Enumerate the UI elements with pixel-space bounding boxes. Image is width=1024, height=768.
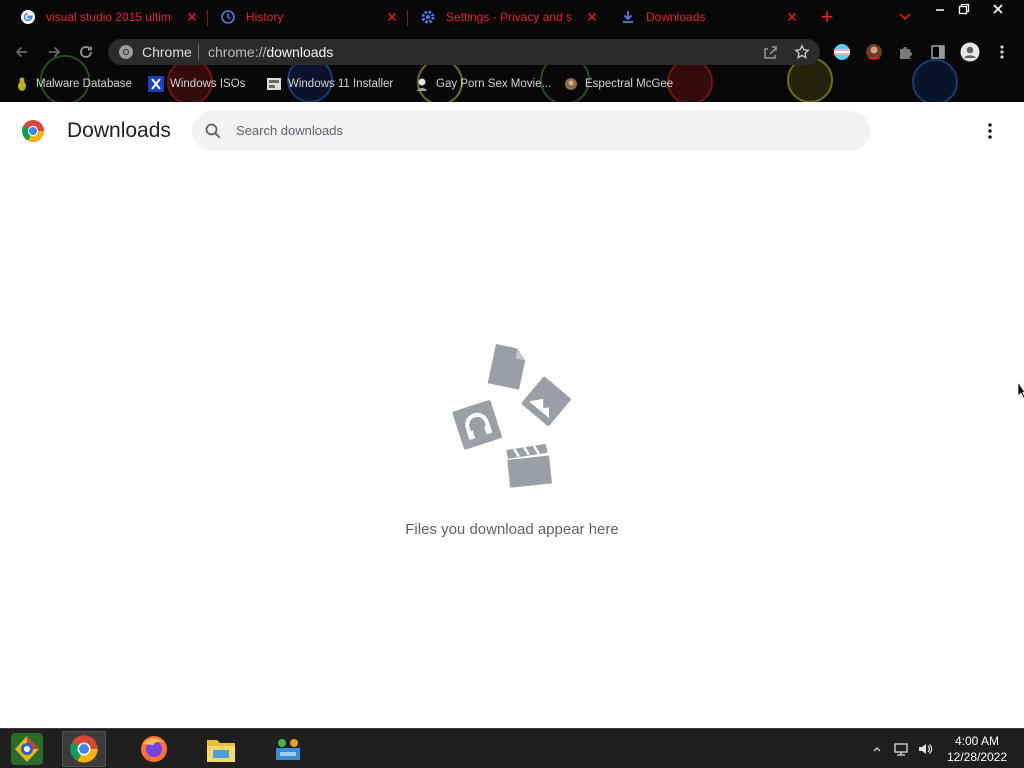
- bookmark-windows-11-installer[interactable]: Windows 11 Installer: [266, 75, 393, 93]
- tab-label: Downloads: [646, 10, 706, 24]
- gear-icon: [420, 9, 436, 25]
- chrome-logo-icon: [21, 119, 45, 143]
- search-placeholder: Search downloads: [236, 123, 343, 138]
- taskbar-network-app[interactable]: [266, 731, 310, 767]
- close-icon[interactable]: ✕: [184, 9, 200, 25]
- tab-label: History: [246, 10, 284, 24]
- site-icon: [563, 76, 579, 92]
- bug-icon: [14, 76, 30, 92]
- search-downloads-input[interactable]: Search downloads: [192, 111, 870, 151]
- window-close-button[interactable]: [984, 0, 1012, 18]
- clock-date: 12/28/2022: [946, 750, 1008, 764]
- volume-icon[interactable]: [917, 741, 933, 757]
- installer-icon: [266, 76, 282, 92]
- chrome-site-icon: [118, 44, 134, 60]
- bookmark-label: Gay Porn Sex Movie...: [436, 78, 552, 90]
- audio-icon: [452, 400, 502, 450]
- chrome-icon: [70, 735, 98, 763]
- tab-settings[interactable]: Settings - Privacy and security ✕: [410, 4, 606, 30]
- close-icon[interactable]: ✕: [384, 9, 400, 25]
- url-host: downloads: [266, 44, 334, 60]
- close-icon[interactable]: ✕: [584, 9, 600, 25]
- search-icon: [204, 122, 222, 140]
- reload-button[interactable]: [76, 42, 96, 62]
- document-icon: [487, 344, 526, 390]
- bookmark-malware-database[interactable]: Malware Database: [14, 75, 132, 93]
- forward-button[interactable]: [44, 42, 64, 62]
- bookmark-label: Windows ISOs: [170, 78, 246, 90]
- omnibox-divider: [198, 44, 199, 60]
- back-button[interactable]: [12, 42, 32, 62]
- taskbar-file-explorer[interactable]: [199, 731, 243, 767]
- system-clock[interactable]: 4:00 AM 12/28/2022: [934, 733, 1020, 765]
- bookmark-windows-isos[interactable]: Windows ISOs: [148, 75, 245, 93]
- bookmark-label: Windows 11 Installer: [288, 78, 394, 90]
- image-icon: [521, 376, 571, 426]
- network-people-icon: [276, 739, 300, 760]
- extension-flag-icon[interactable]: [832, 42, 852, 62]
- more-actions-button[interactable]: [980, 121, 1000, 141]
- extensions-puzzle-icon[interactable]: [896, 42, 916, 62]
- bookmark-star-icon[interactable]: [794, 44, 810, 60]
- empty-state-message: Files you download appear here: [405, 521, 619, 538]
- new-tab-button[interactable]: +: [816, 6, 838, 29]
- site-icon: [414, 76, 430, 92]
- bookmark-espectral-mcgee[interactable]: Espectral McGee: [563, 75, 673, 93]
- folder-icon: [207, 740, 235, 762]
- downloads-header: Downloads Search downloads: [0, 102, 1024, 160]
- taskbar-firefox[interactable]: [132, 731, 176, 767]
- taskbar-chrome[interactable]: [62, 731, 106, 767]
- history-icon: [220, 9, 236, 25]
- empty-downloads-illustration: [452, 344, 571, 488]
- download-icon: [620, 9, 636, 25]
- site-label: Chrome: [142, 44, 192, 60]
- tab-downloads[interactable]: Downloads ✕: [610, 4, 806, 30]
- network-status-icon[interactable]: [893, 741, 909, 757]
- tab-search-button[interactable]: [896, 9, 914, 25]
- taskbar: 4:00 AM 12/28/2022: [0, 728, 1024, 768]
- browser-chrome: visual studio 2015 ultimate ✕ History ✕ …: [0, 0, 1024, 102]
- tab-history[interactable]: History ✕: [210, 4, 406, 30]
- close-icon[interactable]: ✕: [784, 9, 800, 25]
- firefox-icon: [141, 736, 167, 762]
- google-icon: [20, 9, 36, 25]
- mouse-cursor-icon: [1017, 381, 1024, 399]
- url-text[interactable]: chrome://downloads: [208, 44, 333, 60]
- page-title: Downloads: [67, 119, 171, 142]
- bookmarks-bar: Malware Database Windows ISOs Windows 11…: [0, 70, 1024, 98]
- start-button[interactable]: [5, 731, 49, 767]
- tab-divider: [407, 10, 408, 26]
- tab-label: Settings - Privacy and security: [446, 10, 572, 24]
- extension-avatar-icon[interactable]: [864, 42, 884, 62]
- profile-avatar-icon[interactable]: [960, 42, 980, 62]
- tab-divider: [207, 10, 208, 26]
- restore-button[interactable]: [950, 0, 978, 18]
- show-hidden-icons-button[interactable]: [869, 741, 885, 757]
- clock-time: 4:00 AM: [954, 734, 1000, 748]
- browser-menu-icon[interactable]: [992, 42, 1012, 62]
- video-icon: [506, 443, 552, 488]
- side-panel-icon[interactable]: [928, 42, 948, 62]
- toolbar: Chrome chrome://downloads: [0, 34, 1024, 70]
- tab-strip: visual studio 2015 ultimate ✕ History ✕ …: [0, 0, 1024, 34]
- share-icon[interactable]: [762, 44, 778, 60]
- bookmark-movie-site[interactable]: Gay Porn Sex Movie...: [414, 75, 551, 93]
- bookmark-label: Espectral McGee: [585, 78, 674, 90]
- x-logo-icon: [148, 76, 164, 92]
- address-bar[interactable]: Chrome chrome://downloads: [108, 39, 820, 65]
- tab-visual-studio[interactable]: visual studio 2015 ultimate ✕: [10, 4, 206, 30]
- bookmark-label: Malware Database: [36, 78, 132, 90]
- url-scheme: chrome://: [208, 44, 267, 60]
- tab-label: visual studio 2015 ultimate: [46, 10, 172, 24]
